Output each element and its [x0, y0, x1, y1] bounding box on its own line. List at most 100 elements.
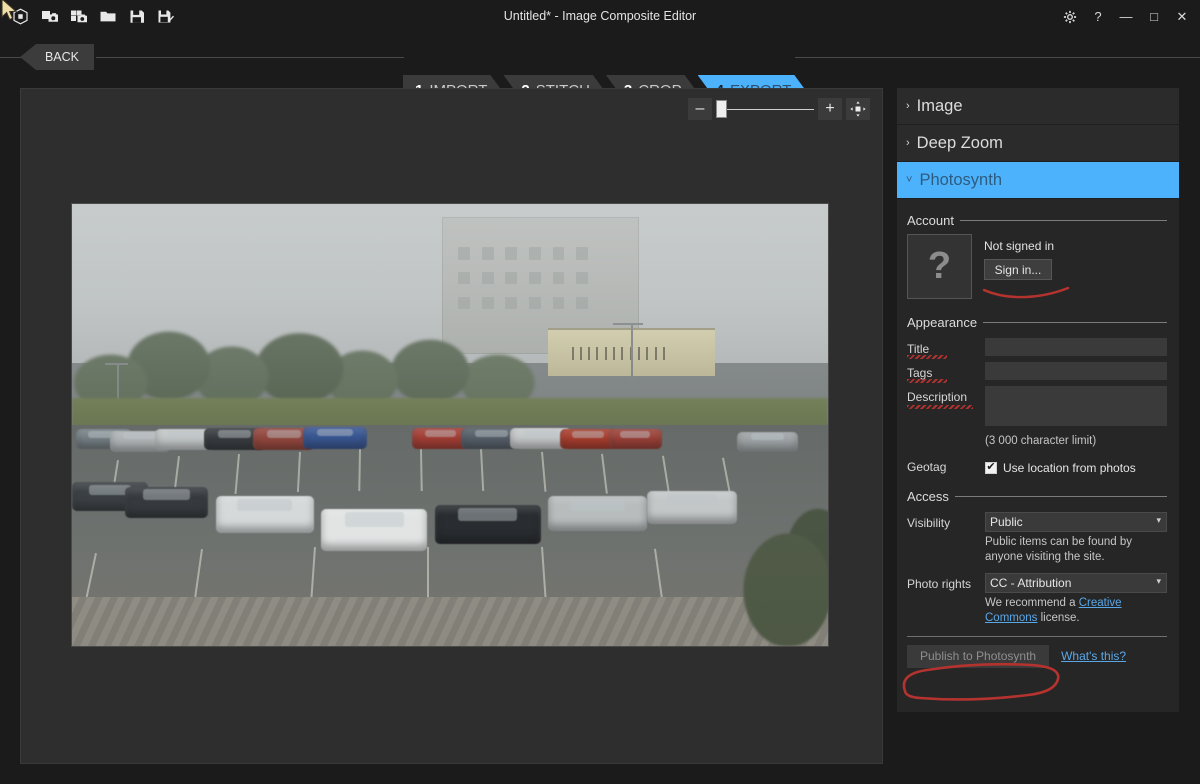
field-photo-rights: CC - Attribution ▾ We recommend a Creati…: [985, 572, 1167, 626]
toolbar: [6, 0, 180, 33]
visibility-select[interactable]: Public: [985, 511, 1167, 532]
field-tags: [985, 362, 1167, 380]
foreground-bush: [714, 460, 828, 646]
spellcheck-underline: [907, 405, 973, 409]
group-rule: [983, 322, 1167, 323]
step-navigation: BACK 1 IMPORT 2 STITCH 3 CROP 4 EXPORT: [0, 33, 1200, 85]
section-label-image: Image: [916, 96, 963, 115]
geotag-checkbox-row[interactable]: ✔ Use location from photos: [985, 459, 1167, 475]
group-access: Access: [907, 489, 1167, 504]
label-geotag-text: Geotag: [907, 459, 947, 474]
row-photo-rights: Photo rights CC - Attribution ▾ We recom…: [907, 572, 1167, 626]
label-description-text: Description: [907, 390, 968, 404]
help-icon[interactable]: ?: [1084, 2, 1112, 32]
row-tags: Tags: [907, 362, 1167, 383]
title-bar: Untitled* - Image Composite Editor ? — □…: [0, 0, 1200, 33]
field-description: (3 000 character limit): [985, 386, 1167, 449]
row-visibility: Visibility Public ▾ Public items can be …: [907, 511, 1167, 565]
minimize-button[interactable]: —: [1112, 2, 1140, 32]
section-label-deep-zoom: Deep Zoom: [916, 133, 1003, 152]
row-description: Description (3 000 character limit): [907, 386, 1167, 449]
field-title: [985, 338, 1167, 356]
chevron-right-icon: ›: [906, 100, 910, 112]
step-rule-left: [0, 57, 22, 58]
photo-rights-hint: We recommend a Creative Commons license.: [985, 596, 1167, 626]
back-button[interactable]: BACK: [20, 44, 94, 70]
label-geotag: Geotag: [907, 459, 985, 474]
street-lamp-arm-2: [612, 323, 643, 326]
checkbox-use-location[interactable]: ✔: [985, 461, 997, 474]
sign-in-button[interactable]: Sign in...: [984, 259, 1052, 280]
signin-status-text: Not signed in: [984, 239, 1055, 253]
account-details: Not signed in Sign in...: [984, 234, 1054, 299]
group-rule: [959, 220, 1167, 221]
gear-icon[interactable]: [1056, 2, 1084, 32]
publish-row: Publish to Photosynth What's this?: [907, 644, 1167, 668]
label-photo-rights: Photo rights: [907, 573, 985, 591]
fit-to-window-icon[interactable]: [846, 98, 870, 120]
photosynth-section-body: Account ? Not signed in Sign in... Appea…: [897, 199, 1179, 668]
label-tags-text: Tags: [907, 366, 933, 380]
whats-this-link[interactable]: What's this?: [1061, 649, 1126, 663]
description-char-limit-hint: (3 000 character limit): [985, 435, 1097, 447]
spellcheck-underline: [907, 355, 947, 359]
zoom-controls: – +: [688, 97, 874, 121]
label-title: Title: [907, 338, 985, 359]
export-options-panel: › Image › Deep Zoom ˅ Photosynth Account…: [897, 88, 1179, 712]
label-title-text: Title: [907, 342, 930, 356]
new-panorama-icon[interactable]: [6, 2, 35, 31]
description-input[interactable]: [985, 386, 1167, 426]
section-label-photosynth: Photosynth: [919, 170, 1002, 189]
import-photo-icon[interactable]: [35, 2, 64, 31]
step-rule-mid: [96, 57, 404, 58]
group-rule: [954, 495, 1167, 497]
publish-to-photosynth-button[interactable]: Publish to Photosynth: [907, 644, 1050, 668]
label-photo-rights-text: Photo rights: [907, 576, 972, 591]
zoom-out-button[interactable]: –: [688, 98, 712, 120]
chevron-right-icon: ›: [906, 137, 910, 149]
window-controls: ? — □ ✕: [1056, 0, 1196, 33]
section-header-deep-zoom[interactable]: › Deep Zoom: [897, 125, 1179, 162]
rights-hint-post: license.: [1037, 611, 1080, 624]
save-as-icon[interactable]: [151, 2, 180, 31]
account-row: ? Not signed in Sign in...: [907, 234, 1167, 299]
close-button[interactable]: ✕: [1168, 2, 1196, 32]
group-appearance: Appearance: [907, 315, 1167, 330]
zoom-in-button[interactable]: +: [818, 98, 842, 120]
zoom-slider[interactable]: [716, 98, 814, 120]
photo-rights-select[interactable]: CC - Attribution: [985, 572, 1167, 593]
avatar: ?: [907, 234, 972, 299]
group-label-access: Access: [907, 488, 949, 504]
group-label-account: Account: [907, 213, 954, 228]
group-label-appearance: Appearance: [907, 315, 978, 330]
label-visibility-text: Visibility: [907, 515, 951, 530]
panorama-preview-image[interactable]: [71, 203, 829, 647]
section-header-image[interactable]: › Image: [897, 88, 1179, 125]
step-rule-right: [795, 57, 1200, 58]
label-visibility: Visibility: [907, 512, 985, 530]
title-input[interactable]: [985, 338, 1167, 356]
maximize-button[interactable]: □: [1140, 2, 1168, 32]
open-folder-icon[interactable]: [93, 2, 122, 31]
group-account: Account: [907, 213, 1167, 228]
tags-input[interactable]: [985, 362, 1167, 380]
window-title: Untitled* - Image Composite Editor: [503, 9, 697, 23]
label-description: Description: [907, 386, 985, 409]
import-photos-icon[interactable]: [64, 2, 93, 31]
save-icon[interactable]: [122, 2, 151, 31]
spellcheck-underline: [907, 379, 947, 383]
zoom-slider-handle[interactable]: [716, 100, 727, 118]
row-title: Title: [907, 338, 1167, 359]
chevron-down-icon: ˅: [906, 174, 913, 186]
zoom-slider-track: [722, 108, 814, 110]
label-tags: Tags: [907, 362, 985, 383]
checkbox-label-use-location: Use location from photos: [1003, 460, 1136, 475]
rights-hint-pre: We recommend a: [985, 596, 1079, 609]
section-header-photosynth[interactable]: ˅ Photosynth: [897, 162, 1179, 199]
preview-canvas[interactable]: – +: [20, 88, 883, 764]
street-lamp-arm: [105, 363, 128, 366]
visibility-hint: Public items can be found by anyone visi…: [985, 535, 1133, 563]
section-divider: [907, 635, 1167, 637]
field-visibility: Public ▾ Public items can be found by an…: [985, 511, 1167, 565]
row-geotag: Geotag ✔ Use location from photos: [907, 459, 1167, 475]
